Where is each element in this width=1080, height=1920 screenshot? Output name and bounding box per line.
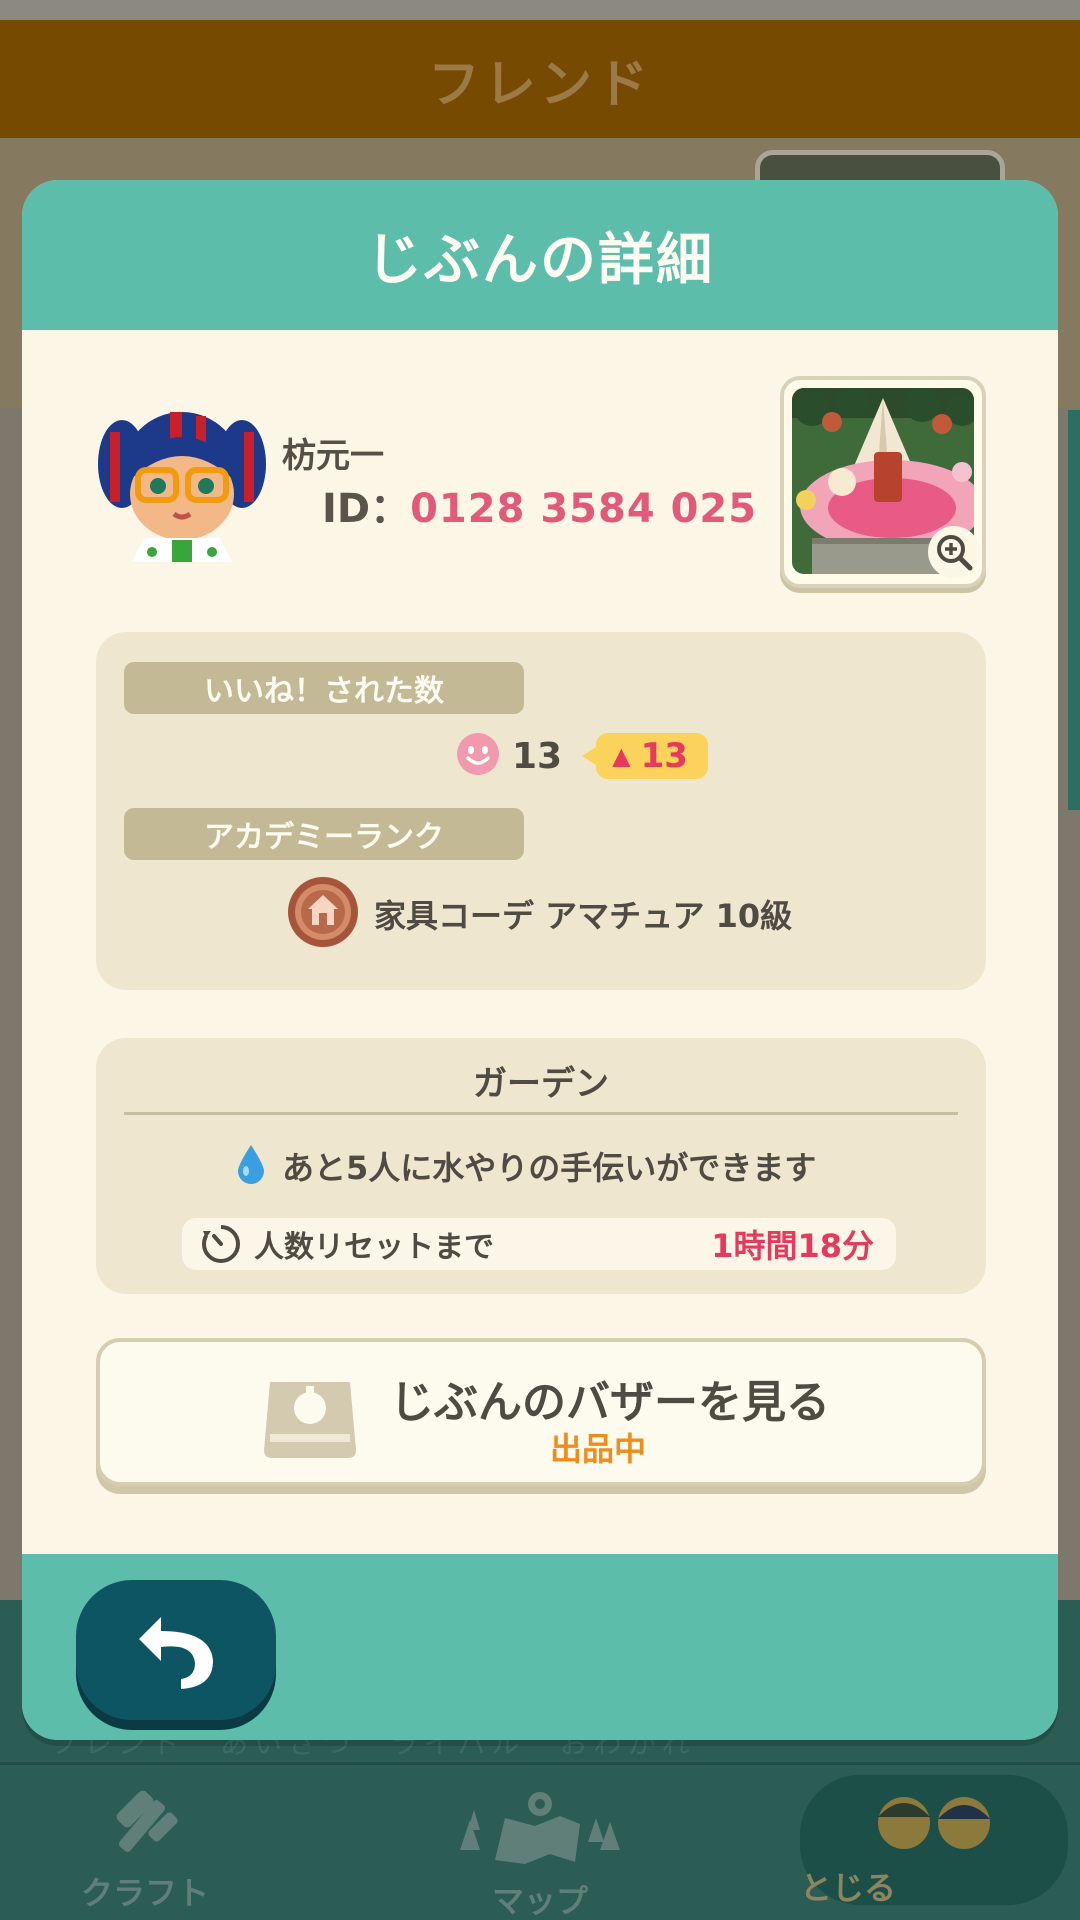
garden-divider xyxy=(124,1112,958,1115)
avatar xyxy=(92,402,272,562)
bottom-nav-divider xyxy=(0,1762,1080,1765)
bazaar-status: 出品中 xyxy=(550,1430,647,1468)
campsite-thumbnail[interactable] xyxy=(780,376,986,588)
up-arrow-icon: ▲ xyxy=(612,742,631,770)
player-id-value: 0128 3584 025 xyxy=(410,486,758,532)
stats-panel: いいね！された数 13 ▲ 13 アカデミーランク 家具コーデ アマチュア 10… xyxy=(96,632,986,990)
modal-title: じぶんの詳細 xyxy=(366,227,714,293)
garden-panel: ガーデン あと5人に水やりの手伝いができます 人数リセットまで 1時間18分 xyxy=(96,1038,986,1294)
academy-rank-label: アカデミーランク xyxy=(124,808,524,860)
bazaar-bag-icon xyxy=(260,1368,360,1464)
rank-medal-icon xyxy=(286,875,360,953)
nav-map[interactable]: マップ xyxy=(440,1790,640,1920)
nav-close-label: とじる xyxy=(800,1869,897,1907)
my-details-modal: じぶんの詳細 枋元一 ID：0128 3584 025 いいね！された数 13 … xyxy=(22,180,1058,1740)
smiley-icon xyxy=(456,732,500,780)
villagers-icon xyxy=(864,1789,1004,1853)
likes-delta: 13 xyxy=(640,736,688,776)
background-scrollbar xyxy=(1068,410,1080,810)
watering-row: あと5人に水やりの手伝いができます xyxy=(236,1140,816,1192)
reset-timer-label: 人数リセットまで xyxy=(254,1230,494,1265)
friend-header: フレンド xyxy=(0,20,1080,138)
likes-count: 13 xyxy=(512,735,563,777)
reset-timer-value: 1時間18分 xyxy=(711,1227,874,1265)
academy-rank-value: 家具コーデ アマチュア 10級 xyxy=(374,897,793,935)
hammer-icon xyxy=(70,1790,220,1860)
rank-row: 家具コーデ アマチュア 10級 xyxy=(286,876,792,952)
likes-label: いいね！された数 xyxy=(124,662,524,714)
reset-timer-bar: 人数リセットまで 1時間18分 xyxy=(182,1218,896,1270)
garden-title: ガーデン xyxy=(473,1064,609,1104)
nav-close[interactable]: とじる xyxy=(800,1775,1068,1907)
modal-header: じぶんの詳細 xyxy=(22,180,1058,330)
zoom-in-icon[interactable] xyxy=(928,526,980,578)
back-button[interactable] xyxy=(76,1580,276,1720)
player-name: 枋元一 xyxy=(282,436,384,476)
view-bazaar-label: じぶんのバザーを見る xyxy=(390,1377,830,1428)
nav-map-label: マップ xyxy=(491,1882,588,1920)
view-bazaar-button[interactable]: じぶんのバザーを見る 出品中 xyxy=(96,1338,986,1486)
nav-craft[interactable]: クラフト xyxy=(70,1790,220,1914)
player-id-label: ID： xyxy=(322,486,411,532)
likes-row: 13 ▲ 13 xyxy=(456,730,708,782)
player-id: ID：0128 3584 025 xyxy=(322,476,757,534)
water-drop-icon xyxy=(236,1143,266,1189)
status-strip xyxy=(0,0,1080,20)
watering-help-text: あと5人に水やりの手伝いができます xyxy=(282,1149,817,1187)
nav-craft-label: クラフト xyxy=(80,1874,209,1912)
likes-delta-badge: ▲ 13 xyxy=(582,733,708,779)
friend-header-title: フレンド xyxy=(427,54,652,115)
map-icon xyxy=(440,1790,640,1868)
back-arrow-icon xyxy=(131,1603,221,1697)
clock-icon xyxy=(200,1223,242,1265)
